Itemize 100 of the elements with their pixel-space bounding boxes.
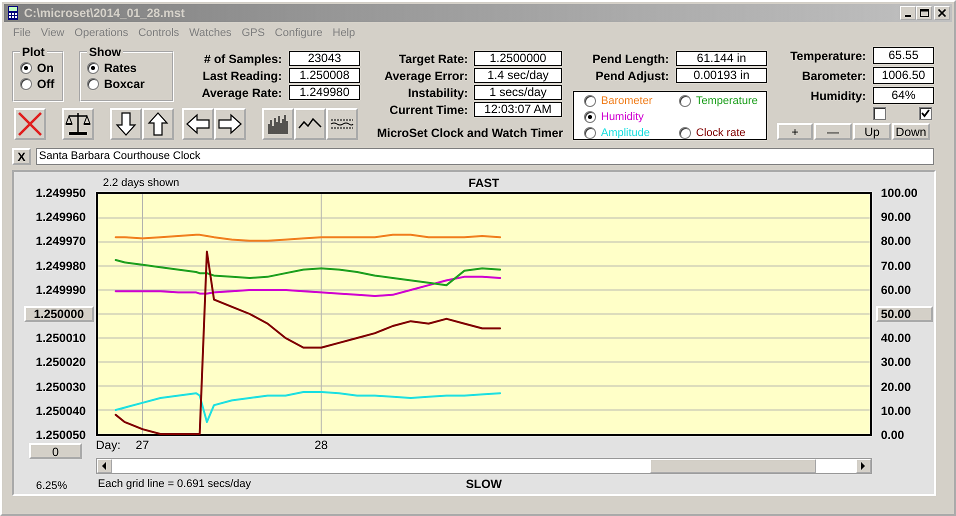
clear-button[interactable]: X xyxy=(12,148,31,165)
axis-label: 1.249950 xyxy=(34,185,87,202)
delete-icon xyxy=(16,110,44,138)
minimize-button[interactable] xyxy=(900,6,916,20)
left-arrow-button[interactable] xyxy=(182,108,214,140)
x-tick-label: 28 xyxy=(314,438,328,452)
close-button[interactable] xyxy=(934,6,950,20)
bar-spikes-button[interactable] xyxy=(262,108,294,140)
axis-label: 1.250010 xyxy=(34,330,87,348)
calculator-icon xyxy=(6,6,20,20)
zigzag-line-button[interactable] xyxy=(294,108,326,140)
fast-label: FAST xyxy=(468,176,500,190)
radio-button[interactable] xyxy=(584,111,596,123)
y-tick-label: 80.00 xyxy=(880,233,912,250)
field-label: Temperature: xyxy=(789,48,866,62)
field-label: Instability: xyxy=(406,86,468,100)
value-field[interactable]: 1 secs/day xyxy=(474,85,562,100)
up-arrow-button[interactable] xyxy=(142,108,174,140)
left-arrow-icon xyxy=(101,462,108,470)
group-title: Show xyxy=(88,45,122,59)
small-button[interactable]: — xyxy=(814,123,852,140)
radio-label: Boxcar xyxy=(104,77,145,91)
small-button[interactable]: + xyxy=(777,123,813,140)
grid-note: Each grid line = 0.691 secs/day xyxy=(98,478,252,490)
value-field[interactable]: 1006.50 xyxy=(873,67,934,84)
field-label: Pend Length: xyxy=(591,52,669,66)
radio-button[interactable] xyxy=(584,95,596,107)
days-shown-label: 2.2 days shown xyxy=(102,176,180,189)
field-label: Pend Adjust: xyxy=(594,68,669,82)
radio-button[interactable] xyxy=(20,78,32,90)
scroll-thumb[interactable] xyxy=(650,459,816,474)
radio-button[interactable] xyxy=(87,78,99,90)
slow-label: SLOW xyxy=(466,477,502,492)
y-tick-label: 40.00 xyxy=(880,330,912,348)
value-field[interactable]: 61.144 in xyxy=(676,51,767,66)
maximize-button[interactable] xyxy=(916,6,932,20)
radio-label: Clock rate xyxy=(696,127,746,139)
radio-button[interactable] xyxy=(679,127,691,139)
minimize-icon xyxy=(905,15,911,17)
checkbox[interactable] xyxy=(919,107,932,120)
field-label: Average Error: xyxy=(383,68,468,82)
balance-scale-button[interactable] xyxy=(62,108,94,140)
radio-button[interactable] xyxy=(584,127,596,139)
value-field[interactable]: 0.00193 in xyxy=(676,68,767,83)
radio-button[interactable] xyxy=(20,62,32,74)
axis-label: 1.249960 xyxy=(34,209,87,226)
radio-label: Temperature xyxy=(696,95,758,107)
y-tick-label: 30.00 xyxy=(880,354,912,372)
value-field[interactable]: 1.2500000 xyxy=(474,51,562,66)
right-arrow-button[interactable] xyxy=(214,108,246,140)
axis-label: 1.249980 xyxy=(34,258,87,275)
horizontal-scrollbar[interactable] xyxy=(96,458,872,474)
value-field[interactable]: 12:03:07 AM xyxy=(474,102,562,117)
value-field[interactable]: 1.250008 xyxy=(289,68,360,83)
window-title: C:\microset\2014_01_28.mst xyxy=(24,6,186,20)
field-label: # of Samples: xyxy=(202,52,282,66)
axis-label: 1.250050 xyxy=(34,426,87,444)
axis-label: 1.250020 xyxy=(34,354,87,372)
y-tick-label: 100.00 xyxy=(880,185,919,202)
y-tick-label: 10.00 xyxy=(880,402,912,420)
balance-scale-icon xyxy=(64,110,92,138)
y-tick-label: 70.00 xyxy=(880,258,912,275)
delete-button[interactable] xyxy=(14,108,46,140)
radio-label: On xyxy=(37,61,54,75)
down-arrow-button[interactable] xyxy=(110,108,142,140)
axis-label: 1.250030 xyxy=(34,378,87,396)
field-label: Barometer: xyxy=(800,68,866,82)
y-tick-label: 60.00 xyxy=(880,282,912,299)
radio-label: Off xyxy=(37,77,54,91)
clock-name-field[interactable]: Santa Barbara Courthouse Clock xyxy=(36,148,934,165)
field-label: Average Rate: xyxy=(200,86,282,100)
axis-value-button[interactable]: 1.250000 xyxy=(24,306,94,322)
group-title: Plot xyxy=(21,45,46,59)
small-button[interactable]: Down xyxy=(892,123,930,140)
value-field[interactable]: 1.4 sec/day xyxy=(474,68,562,83)
value-field[interactable]: 1.249980 xyxy=(289,85,360,100)
field-label: Current Time: xyxy=(388,102,468,116)
field-label: Last Reading: xyxy=(202,68,282,82)
y-tick-label: 90.00 xyxy=(880,209,912,226)
day-label: Day: xyxy=(96,438,121,452)
radio-label: Rates xyxy=(104,61,137,75)
value-field[interactable]: 23043 xyxy=(289,51,360,66)
x-tick-label: 27 xyxy=(136,438,150,452)
radio-label: Barometer xyxy=(601,95,652,107)
wavy-lines-button[interactable] xyxy=(326,108,358,140)
axis-value-button[interactable]: 50.00 xyxy=(876,306,933,322)
offset-button[interactable]: 0 xyxy=(29,443,82,460)
y-tick-label: 0.00 xyxy=(880,426,906,444)
radio-button[interactable] xyxy=(87,62,99,74)
axis-label: 1.250040 xyxy=(34,402,87,420)
checkbox[interactable] xyxy=(873,107,886,120)
field-label: Humidity: xyxy=(810,88,866,102)
axis-label: 1.249970 xyxy=(34,233,87,250)
value-field[interactable]: 64% xyxy=(873,87,934,104)
radio-label: Amplitude xyxy=(601,127,650,139)
field-label: Target Rate: xyxy=(398,52,468,66)
value-field[interactable]: 65.55 xyxy=(873,47,934,64)
radio-button[interactable] xyxy=(679,95,691,107)
app-title: MicroSet Clock and Watch Timer xyxy=(377,126,564,140)
small-button[interactable]: Up xyxy=(853,123,891,140)
